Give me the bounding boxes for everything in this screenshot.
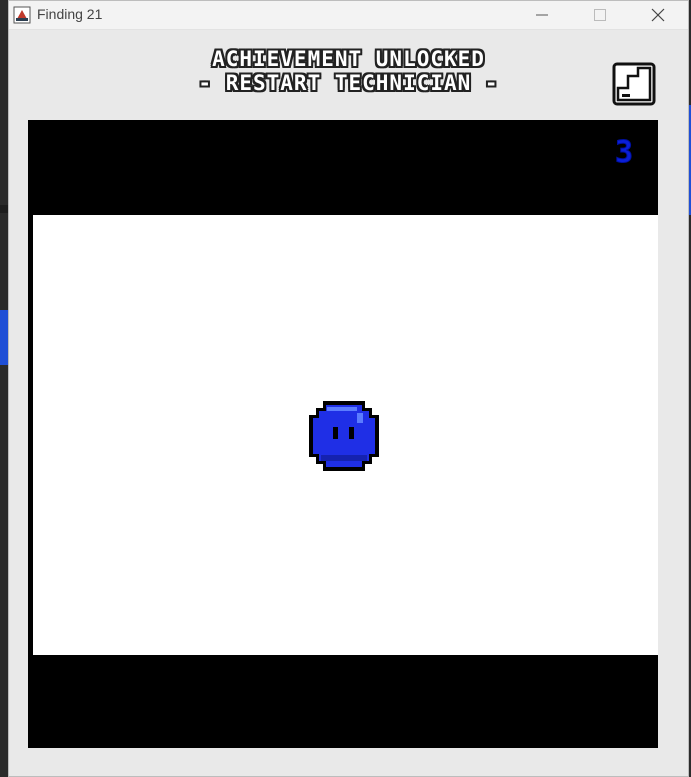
maximize-button[interactable] (571, 1, 629, 29)
background-strip (0, 205, 8, 213)
close-icon (651, 8, 665, 22)
game-canvas[interactable]: 3 (28, 120, 658, 749)
exit-door-icon[interactable] (612, 62, 656, 106)
score-counter: 3 (614, 135, 633, 170)
window-title: Finding 21 (37, 6, 103, 22)
player-blob (309, 401, 379, 471)
achievement-banner: ACHIEVEMENT UNLOCKED - RESTART TECHNICIA… (9, 47, 688, 95)
achievement-name: - RESTART TECHNICIAN - (198, 71, 499, 95)
window-bottom-edge (17, 748, 686, 776)
title-bar[interactable]: Finding 21 (9, 1, 688, 30)
minimize-button[interactable] (513, 1, 571, 29)
achievement-title: ACHIEVEMENT UNLOCKED (212, 47, 485, 71)
close-button[interactable] (629, 1, 687, 29)
java-app-icon (13, 6, 31, 24)
minimize-icon (536, 14, 548, 16)
app-window: Finding 21 ACHIEVEMENT UNLOCKED - RESTAR… (8, 0, 689, 777)
maximize-icon (594, 9, 606, 21)
play-field[interactable] (33, 215, 658, 655)
background-blue-panel (0, 310, 8, 365)
